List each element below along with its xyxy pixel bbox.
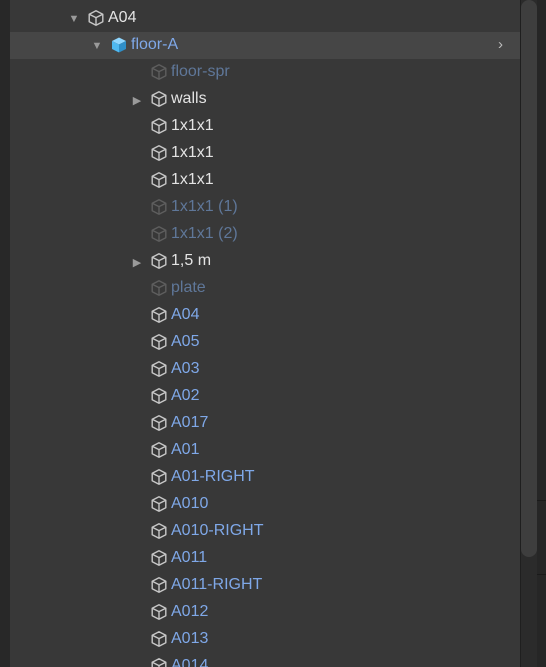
hierarchy-item[interactable]: plate — [10, 275, 520, 302]
hierarchy-item-label: 1x1x1 — [171, 144, 214, 161]
expand-arrow-right-icon[interactable]: ▶ — [131, 256, 143, 269]
hierarchy-item-label: A05 — [171, 333, 200, 350]
cube-outline-icon — [151, 577, 167, 593]
hierarchy-item-label: floor-spr — [171, 63, 230, 80]
hierarchy-item[interactable]: A013 — [10, 626, 520, 653]
hierarchy-item[interactable]: A010 — [10, 491, 520, 518]
chevron-right-icon[interactable]: › — [498, 36, 503, 54]
hierarchy-item-label: A017 — [171, 414, 209, 431]
cube-outline-icon — [151, 226, 167, 242]
cube-outline-icon — [151, 388, 167, 404]
cube-outline-icon — [151, 496, 167, 512]
hierarchy-item[interactable]: ▼ A04 — [10, 5, 520, 32]
hierarchy-item[interactable]: floor-spr — [10, 59, 520, 86]
hierarchy-item[interactable]: A04 — [10, 302, 520, 329]
cube-outline-icon — [151, 442, 167, 458]
hierarchy-item[interactable]: ▼ floor-A › — [10, 32, 520, 59]
hierarchy-item[interactable]: A02 — [10, 383, 520, 410]
cube-outline-icon — [151, 469, 167, 485]
hierarchy-item-label: 1,5 m — [171, 252, 212, 269]
hierarchy-item-label: A04 — [171, 306, 200, 323]
hierarchy-item[interactable]: A014 — [10, 653, 520, 667]
hierarchy-item-label: A011-RIGHT — [171, 576, 263, 593]
hierarchy-item-label: A010 — [171, 495, 209, 512]
hierarchy-item[interactable]: 1x1x1 (1) — [10, 194, 520, 221]
cube-prefab-icon — [112, 37, 126, 53]
cube-outline-icon — [151, 550, 167, 566]
cube-outline-icon — [151, 658, 167, 667]
hierarchy-item-label: plate — [171, 279, 206, 296]
hierarchy-item[interactable]: A011 — [10, 545, 520, 572]
hierarchy-item-label: walls — [171, 90, 207, 107]
cube-outline-icon — [151, 604, 167, 620]
hierarchy-item-label: A011 — [171, 549, 208, 566]
panel-edge — [537, 0, 546, 667]
hierarchy-item[interactable]: A03 — [10, 356, 520, 383]
panel-edge-separator — [537, 574, 546, 575]
expand-arrow-right-icon[interactable]: ▶ — [131, 94, 143, 107]
cube-outline-icon — [151, 172, 167, 188]
cube-outline-icon — [151, 415, 167, 431]
hierarchy-item[interactable]: A05 — [10, 329, 520, 356]
cube-outline-icon — [151, 253, 167, 269]
hierarchy-item[interactable]: A010-RIGHT — [10, 518, 520, 545]
hierarchy-item-label: 1x1x1 — [171, 171, 214, 188]
hierarchy-item-label: A04 — [108, 9, 137, 26]
expand-arrow-down-icon[interactable]: ▼ — [91, 40, 103, 52]
cube-outline-icon — [151, 523, 167, 539]
hierarchy-item[interactable]: 1x1x1 — [10, 113, 520, 140]
hierarchy-item-label: 1x1x1 — [171, 117, 214, 134]
hierarchy-item[interactable]: ▶ 1,5 m — [10, 248, 520, 275]
cube-outline-icon — [151, 631, 167, 647]
hierarchy-item[interactable]: 1x1x1 — [10, 167, 520, 194]
hierarchy-item-label: A01 — [171, 441, 200, 458]
hierarchy-item[interactable]: A01 — [10, 437, 520, 464]
cube-outline-icon — [151, 199, 167, 215]
hierarchy-item-label: A014 — [171, 657, 209, 667]
cube-outline-icon — [151, 91, 167, 107]
hierarchy-item-label: A03 — [171, 360, 200, 377]
scrollbar-thumb[interactable] — [521, 0, 537, 557]
cube-outline-icon — [151, 145, 167, 161]
panel-edge-separator — [537, 500, 546, 501]
hierarchy-item[interactable]: A012 — [10, 599, 520, 626]
cube-outline-icon — [151, 307, 167, 323]
hierarchy-item-label: 1x1x1 (1) — [171, 198, 238, 215]
hierarchy-item[interactable]: 1x1x1 — [10, 140, 520, 167]
hierarchy-item[interactable]: A011-RIGHT — [10, 572, 520, 599]
hierarchy-item-label: A02 — [171, 387, 200, 404]
hierarchy-panel: ▼ A04 ▼ floor-A › floor-spr ▶ walls 1x1x1 1x1x1 1x… — [10, 0, 520, 667]
hierarchy-item[interactable]: ▶ walls — [10, 86, 520, 113]
cube-outline-icon — [88, 10, 104, 26]
expand-arrow-down-icon[interactable]: ▼ — [68, 13, 80, 25]
left-gutter — [0, 0, 10, 667]
hierarchy-item[interactable]: A01-RIGHT — [10, 464, 520, 491]
cube-outline-icon — [151, 64, 167, 80]
cube-outline-icon — [151, 334, 167, 350]
hierarchy-item-label: 1x1x1 (2) — [171, 225, 238, 242]
cube-outline-icon — [151, 118, 167, 134]
cube-outline-icon — [151, 280, 167, 296]
hierarchy-item-label: floor-A — [131, 36, 179, 53]
hierarchy-item-label: A01-RIGHT — [171, 468, 255, 485]
hierarchy-item-label: A013 — [171, 630, 209, 647]
hierarchy-item[interactable]: 1x1x1 (2) — [10, 221, 520, 248]
hierarchy-item[interactable]: A017 — [10, 410, 520, 437]
cube-outline-icon — [151, 361, 167, 377]
hierarchy-item-label: A012 — [171, 603, 209, 620]
hierarchy-item-label: A010-RIGHT — [171, 522, 264, 539]
